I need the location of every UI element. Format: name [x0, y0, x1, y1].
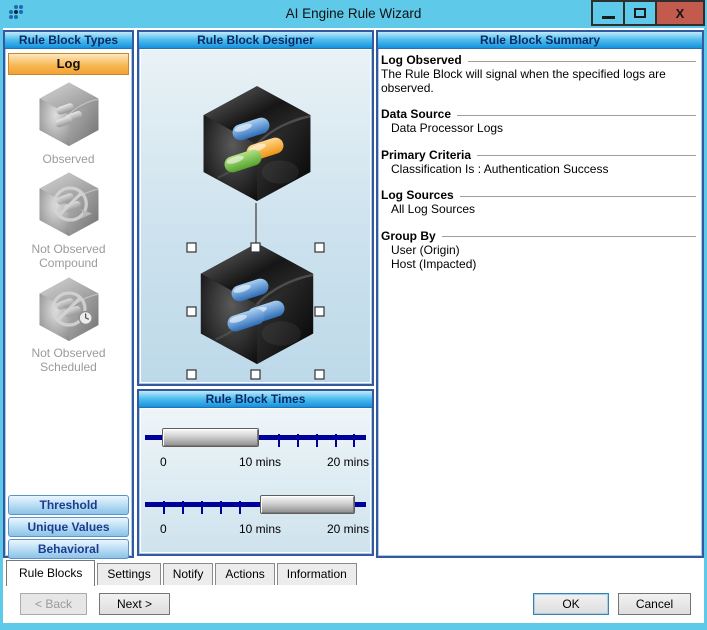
slider-tick	[278, 434, 280, 447]
slider-label-20: 20 mins	[327, 522, 370, 536]
minimize-button[interactable]	[591, 0, 625, 26]
designer-canvas[interactable]	[141, 50, 370, 382]
ai-engine-rule-wizard-window: AI Engine Rule Wizard X Rule Block Types…	[0, 0, 707, 630]
slider-tick	[297, 434, 299, 447]
close-icon: X	[675, 5, 685, 21]
tab-information[interactable]: Information	[276, 563, 357, 585]
wizard-tabstrip: Rule Blocks Settings Notify Actions Info…	[6, 559, 359, 586]
slider-label-0: 0	[160, 522, 167, 536]
rule-block-designer-header: Rule Block Designer	[139, 32, 372, 49]
back-button[interactable]: < Back	[20, 593, 87, 615]
section-line: Data Processor Logs	[391, 121, 504, 135]
rule-block-summary-header: Rule Block Summary	[378, 32, 702, 49]
section-line: User (Origin)	[391, 242, 460, 257]
minimize-icon	[601, 15, 615, 19]
observed-label: Observed	[42, 152, 95, 166]
section-title: Primary Criteria	[381, 147, 472, 162]
not-observed-scheduled-cube-icon[interactable]	[5, 277, 132, 346]
slider-tick	[335, 434, 337, 447]
slider-tick	[316, 434, 318, 447]
not-observed-compound-cube-icon[interactable]	[5, 172, 132, 241]
tab-actions[interactable]: Actions	[215, 563, 275, 585]
next-button[interactable]: Next >	[99, 593, 170, 615]
tab-rule-blocks[interactable]: Rule Blocks	[6, 560, 96, 586]
summary-section-data-source: Data Source Data Processor Logs	[381, 107, 698, 136]
time-slider-2: 0 10 mins 20 mins	[141, 482, 370, 544]
close-button[interactable]: X	[655, 0, 705, 26]
slider-label-10: 10 mins	[239, 455, 282, 469]
summary-section-log-observed: Log Observed The Rule Block will signal …	[381, 53, 698, 95]
section-title: Data Source	[381, 107, 452, 121]
summary-section-group-by: Group By User (Origin) Host (Impacted)	[381, 229, 698, 272]
rule-block-times-header: Rule Block Times	[139, 391, 372, 408]
rule-block-types-header: Rule Block Types	[5, 32, 132, 49]
section-divider	[467, 60, 696, 62]
section-title: Log Sources	[381, 188, 454, 202]
cancel-button[interactable]: Cancel	[618, 593, 691, 615]
section-title: Group By	[381, 228, 436, 243]
rule-block-types-panel: Rule Block Types Log Observed Not Observ…	[3, 30, 134, 559]
section-title: Log Observed	[381, 53, 462, 67]
section-line: Host (Impacted)	[391, 257, 477, 271]
title-bar: AI Engine Rule Wizard X	[0, 0, 707, 28]
ok-button[interactable]: OK	[533, 593, 609, 615]
summary-section-log-sources: Log Sources All Log Sources	[381, 188, 698, 217]
slider-handle[interactable]	[162, 428, 259, 447]
not-observed-compound-label: Not Observed Compound	[31, 242, 106, 270]
section-divider	[457, 114, 696, 116]
rule-block-cube-top	[202, 85, 312, 201]
observed-cube-icon[interactable]	[5, 82, 132, 151]
tab-notify[interactable]: Notify	[162, 563, 214, 585]
maximize-icon	[634, 8, 646, 18]
rule-block-designer-panel: Rule Block Designer	[137, 30, 374, 386]
window-controls: X	[591, 0, 705, 26]
maximize-button[interactable]	[623, 0, 657, 26]
section-line: The Rule Block will signal when the spec…	[381, 67, 666, 95]
log-type-button[interactable]: Log	[8, 53, 129, 75]
unique-values-button[interactable]: Unique Values	[8, 517, 129, 537]
slider-tick	[239, 501, 241, 514]
slider-tick	[182, 501, 184, 514]
slider-label-0: 0	[160, 455, 167, 469]
slider-tick	[353, 434, 355, 447]
rule-block-summary-panel: Rule Block Summary Log Observed The Rule…	[376, 30, 704, 558]
rule-block-cube-selected	[199, 242, 315, 364]
threshold-button[interactable]: Threshold	[8, 495, 129, 515]
rule-block-times-panel: Rule Block Times 0 10 mins 20 mins 0 10 …	[137, 389, 374, 556]
section-line: All Log Sources	[391, 202, 476, 216]
time-slider-1: 0 10 mins 20 mins	[141, 415, 370, 477]
slider-label-20: 20 mins	[327, 455, 370, 469]
not-observed-scheduled-label: Not Observed Scheduled	[31, 346, 106, 374]
summary-section-primary-criteria: Primary Criteria Classification Is : Aut…	[381, 148, 698, 177]
slider-handle[interactable]	[260, 495, 355, 514]
client-area: Rule Block Types Log Observed Not Observ…	[3, 28, 704, 623]
times-body: 0 10 mins 20 mins 0 10 mins 20 mins	[141, 409, 370, 552]
summary-body: Log Observed The Rule Block will signal …	[378, 49, 702, 272]
slider-tick	[163, 501, 165, 514]
slider-tick	[220, 501, 222, 514]
section-divider	[441, 236, 696, 237]
slider-tick	[201, 501, 203, 514]
section-line: Classification Is : Authentication Succe…	[391, 161, 609, 176]
section-divider	[477, 155, 696, 156]
tab-settings[interactable]: Settings	[97, 563, 161, 585]
section-divider	[459, 195, 696, 197]
behavioral-button[interactable]: Behavioral	[8, 539, 129, 559]
slider-label-10: 10 mins	[239, 522, 282, 536]
